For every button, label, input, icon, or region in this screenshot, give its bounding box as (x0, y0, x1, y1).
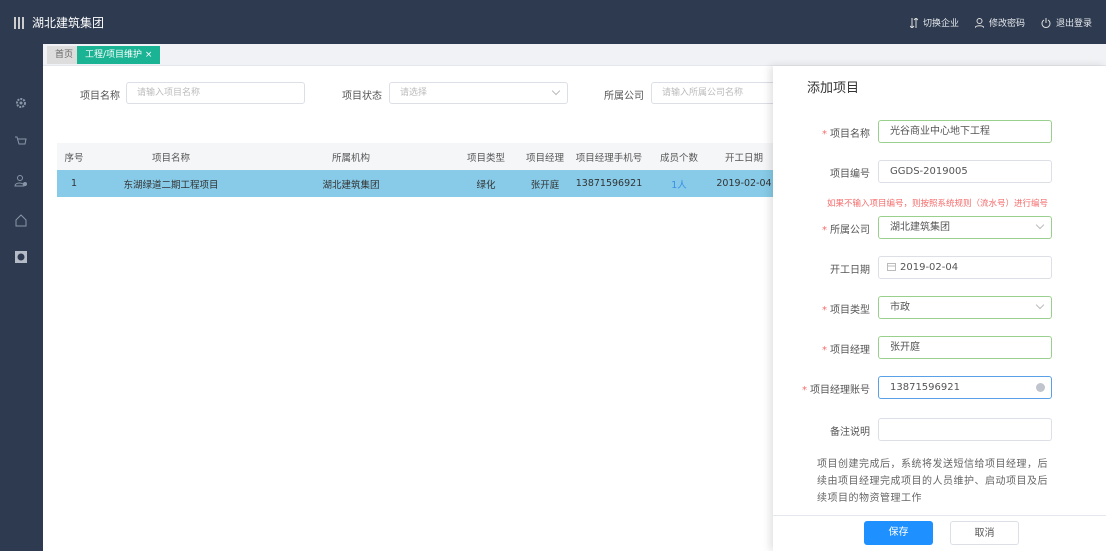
col-header: 项目经理 (525, 152, 564, 164)
member-count-link[interactable]: 1人 (649, 177, 709, 191)
col-header: 项目名称 (151, 152, 190, 164)
change-password-link[interactable]: 修改密码 (974, 16, 1025, 29)
col-header: 序号 (64, 152, 84, 164)
filter-name-label: 项目名称 (80, 91, 120, 102)
col-header: 项目类型 (466, 152, 505, 164)
creation-description: 项目创建完成后，系统将发送短信给项目经理，后续由项目经理完成项目的人员维护、启动… (817, 459, 1048, 504)
power-icon (1041, 17, 1051, 28)
start-date-picker[interactable]: 2019-02-04 (878, 256, 1052, 279)
brand: 湖北建筑集团 (14, 14, 104, 31)
start-date-label: 开工日期 (830, 265, 870, 276)
manager-account-input[interactable]: 13871596921 (878, 376, 1052, 399)
chevron-down-icon (1035, 220, 1045, 230)
manager-input[interactable]: 张开庭 (878, 336, 1052, 359)
project-code-input[interactable]: GGDS-2019005 (878, 160, 1052, 183)
remark-label: 备注说明 (830, 427, 870, 438)
cancel-button[interactable]: 取消 (950, 521, 1019, 545)
switch-icon (909, 17, 918, 28)
save-button[interactable]: 保存 (864, 521, 933, 545)
cart-icon[interactable] (14, 135, 28, 149)
chevron-down-icon (551, 86, 561, 96)
tab-home[interactable]: 首页 (47, 46, 82, 64)
code-hint: 如果不输入项目编号，则按照系统规则（流水号）进行编号 (827, 199, 1049, 209)
code-label: 项目编号 (830, 169, 870, 180)
panel-title: 添加项目 (807, 81, 860, 96)
gear-icon[interactable] (14, 96, 28, 110)
user-settings-icon[interactable] (14, 174, 28, 188)
home-icon[interactable] (14, 213, 28, 227)
filter-name-input[interactable]: 请输入项目名称 (126, 82, 305, 104)
col-header: 开工日期 (724, 152, 763, 164)
filter-company-label: 所属公司 (604, 91, 644, 102)
table-row[interactable]: 1 东湖绿道二期工程项目 湖北建筑集团 绿化 张开庭 13871596921 1… (57, 170, 773, 197)
company-label: * 所属公司 (822, 225, 870, 236)
switch-company-link[interactable]: 切换企业 (909, 16, 959, 29)
account-label: * 项目经理账号 (802, 385, 870, 396)
company-select[interactable]: 湖北建筑集团 (878, 216, 1052, 239)
manager-label: * 项目经理 (822, 345, 870, 356)
filter-status-select[interactable]: 请选择 (389, 82, 568, 104)
filter-status-label: 项目状态 (342, 91, 382, 102)
type-label: * 项目类型 (822, 305, 870, 316)
top-bar: 湖北建筑集团 切换企业 修改密码 退出登录 (0, 0, 1106, 44)
table-header: 序号 项目名称 所属机构 项目类型 项目经理 项目经理手机号 成员个数 开工日期 (57, 143, 773, 170)
logout-link[interactable]: 退出登录 (1041, 16, 1092, 29)
user-icon (974, 17, 984, 28)
chevron-down-icon (1035, 300, 1045, 310)
breadcrumb-tabs: 首页 工程/项目维护 × (43, 44, 1106, 66)
calendar-icon (887, 263, 896, 271)
remark-textarea[interactable] (878, 418, 1052, 441)
app-title: 湖北建筑集团 (32, 16, 105, 30)
project-name-input[interactable]: 光谷商业中心地下工程 (878, 120, 1052, 143)
col-header: 成员个数 (659, 152, 698, 164)
name-label: * 项目名称 (822, 129, 870, 140)
chart-icon[interactable] (14, 250, 28, 264)
sidebar (0, 44, 43, 551)
col-header: 项目经理手机号 (575, 152, 643, 164)
col-header: 所属机构 (331, 152, 370, 164)
clear-icon[interactable] (1036, 383, 1045, 392)
panel-footer: 保存 取消 (773, 515, 1106, 551)
add-project-panel: 添加项目 * 项目名称 光谷商业中心地下工程 项目编号 GGDS-2019005 … (773, 66, 1106, 551)
close-icon[interactable]: × (145, 50, 153, 60)
menu-icon[interactable] (14, 16, 24, 29)
project-type-select[interactable]: 市政 (878, 296, 1052, 319)
tab-project-maintenance[interactable]: 工程/项目维护 × (77, 46, 161, 64)
